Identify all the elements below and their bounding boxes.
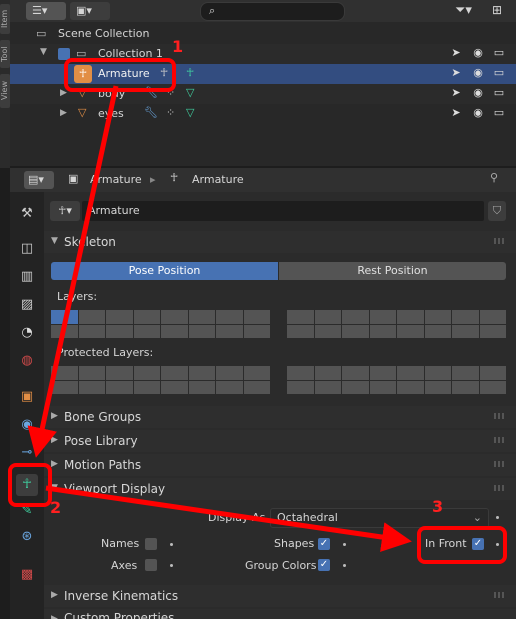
arrow-2-to-3 — [45, 485, 412, 552]
annotation-arrows — [27, 85, 412, 552]
arrow-1-to-2 — [27, 85, 119, 458]
